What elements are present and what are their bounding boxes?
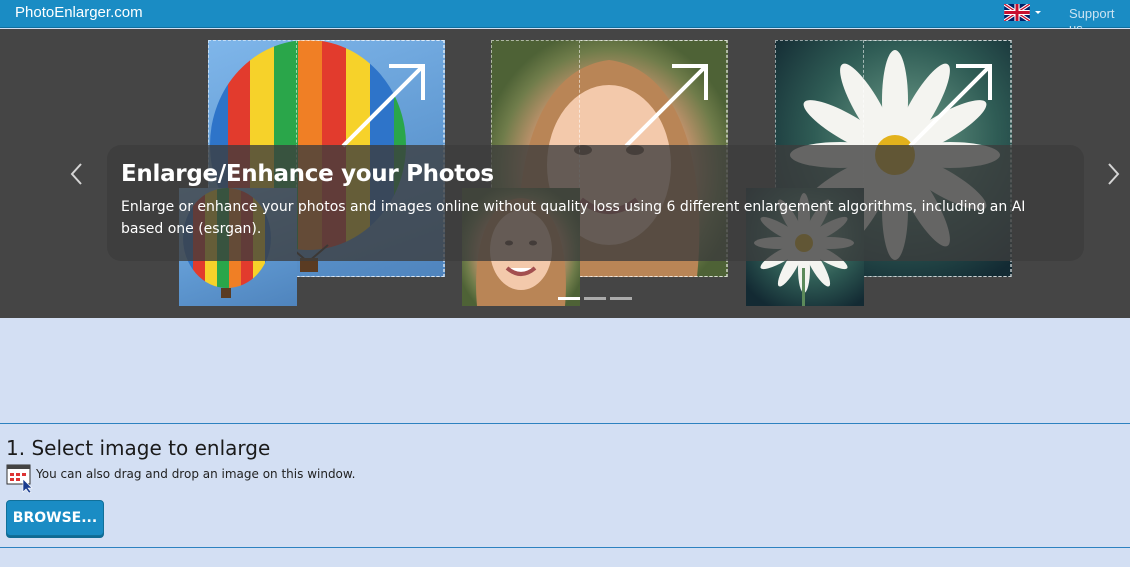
hero-carousel: Enlarge/Enhance your Photos Enlarge or e… xyxy=(0,29,1130,318)
step-title: 1. Select image to enlarge xyxy=(6,436,271,460)
chevron-right-icon xyxy=(1108,163,1120,185)
slide-title: Enlarge/Enhance your Photos xyxy=(121,161,494,187)
drag-drop-window-icon xyxy=(6,464,33,494)
slide-description: Enlarge or enhance your photos and image… xyxy=(121,199,1026,237)
carousel-next-button[interactable] xyxy=(1102,159,1124,189)
top-navbar: PhotoEnlarger.com Support us xyxy=(0,0,1130,36)
chevron-left-icon xyxy=(70,163,82,185)
enlarge-arrow-icon xyxy=(908,64,992,148)
section-divider-bottom xyxy=(0,547,1130,548)
chevron-down-icon xyxy=(1035,11,1041,14)
enlarge-arrow-icon xyxy=(341,64,425,148)
carousel-caption: Enlarge/Enhance your Photos Enlarge or e… xyxy=(107,145,1084,261)
carousel-indicator-2[interactable] xyxy=(584,297,606,300)
enlarge-arrow-icon xyxy=(624,64,708,148)
browse-button[interactable]: BROWSE... xyxy=(6,500,104,536)
carousel-prev-button[interactable] xyxy=(66,159,88,189)
flag-uk-icon xyxy=(1004,4,1030,21)
section-divider-top xyxy=(0,423,1130,424)
carousel-indicator-1[interactable] xyxy=(558,297,580,300)
carousel-indicator-3[interactable] xyxy=(610,297,632,300)
carousel-indicators xyxy=(558,297,638,301)
brand-link[interactable]: PhotoEnlarger.com xyxy=(15,4,143,21)
language-dropdown[interactable] xyxy=(1004,4,1042,22)
drag-drop-hint: You can also drag and drop an image on t… xyxy=(36,467,356,481)
